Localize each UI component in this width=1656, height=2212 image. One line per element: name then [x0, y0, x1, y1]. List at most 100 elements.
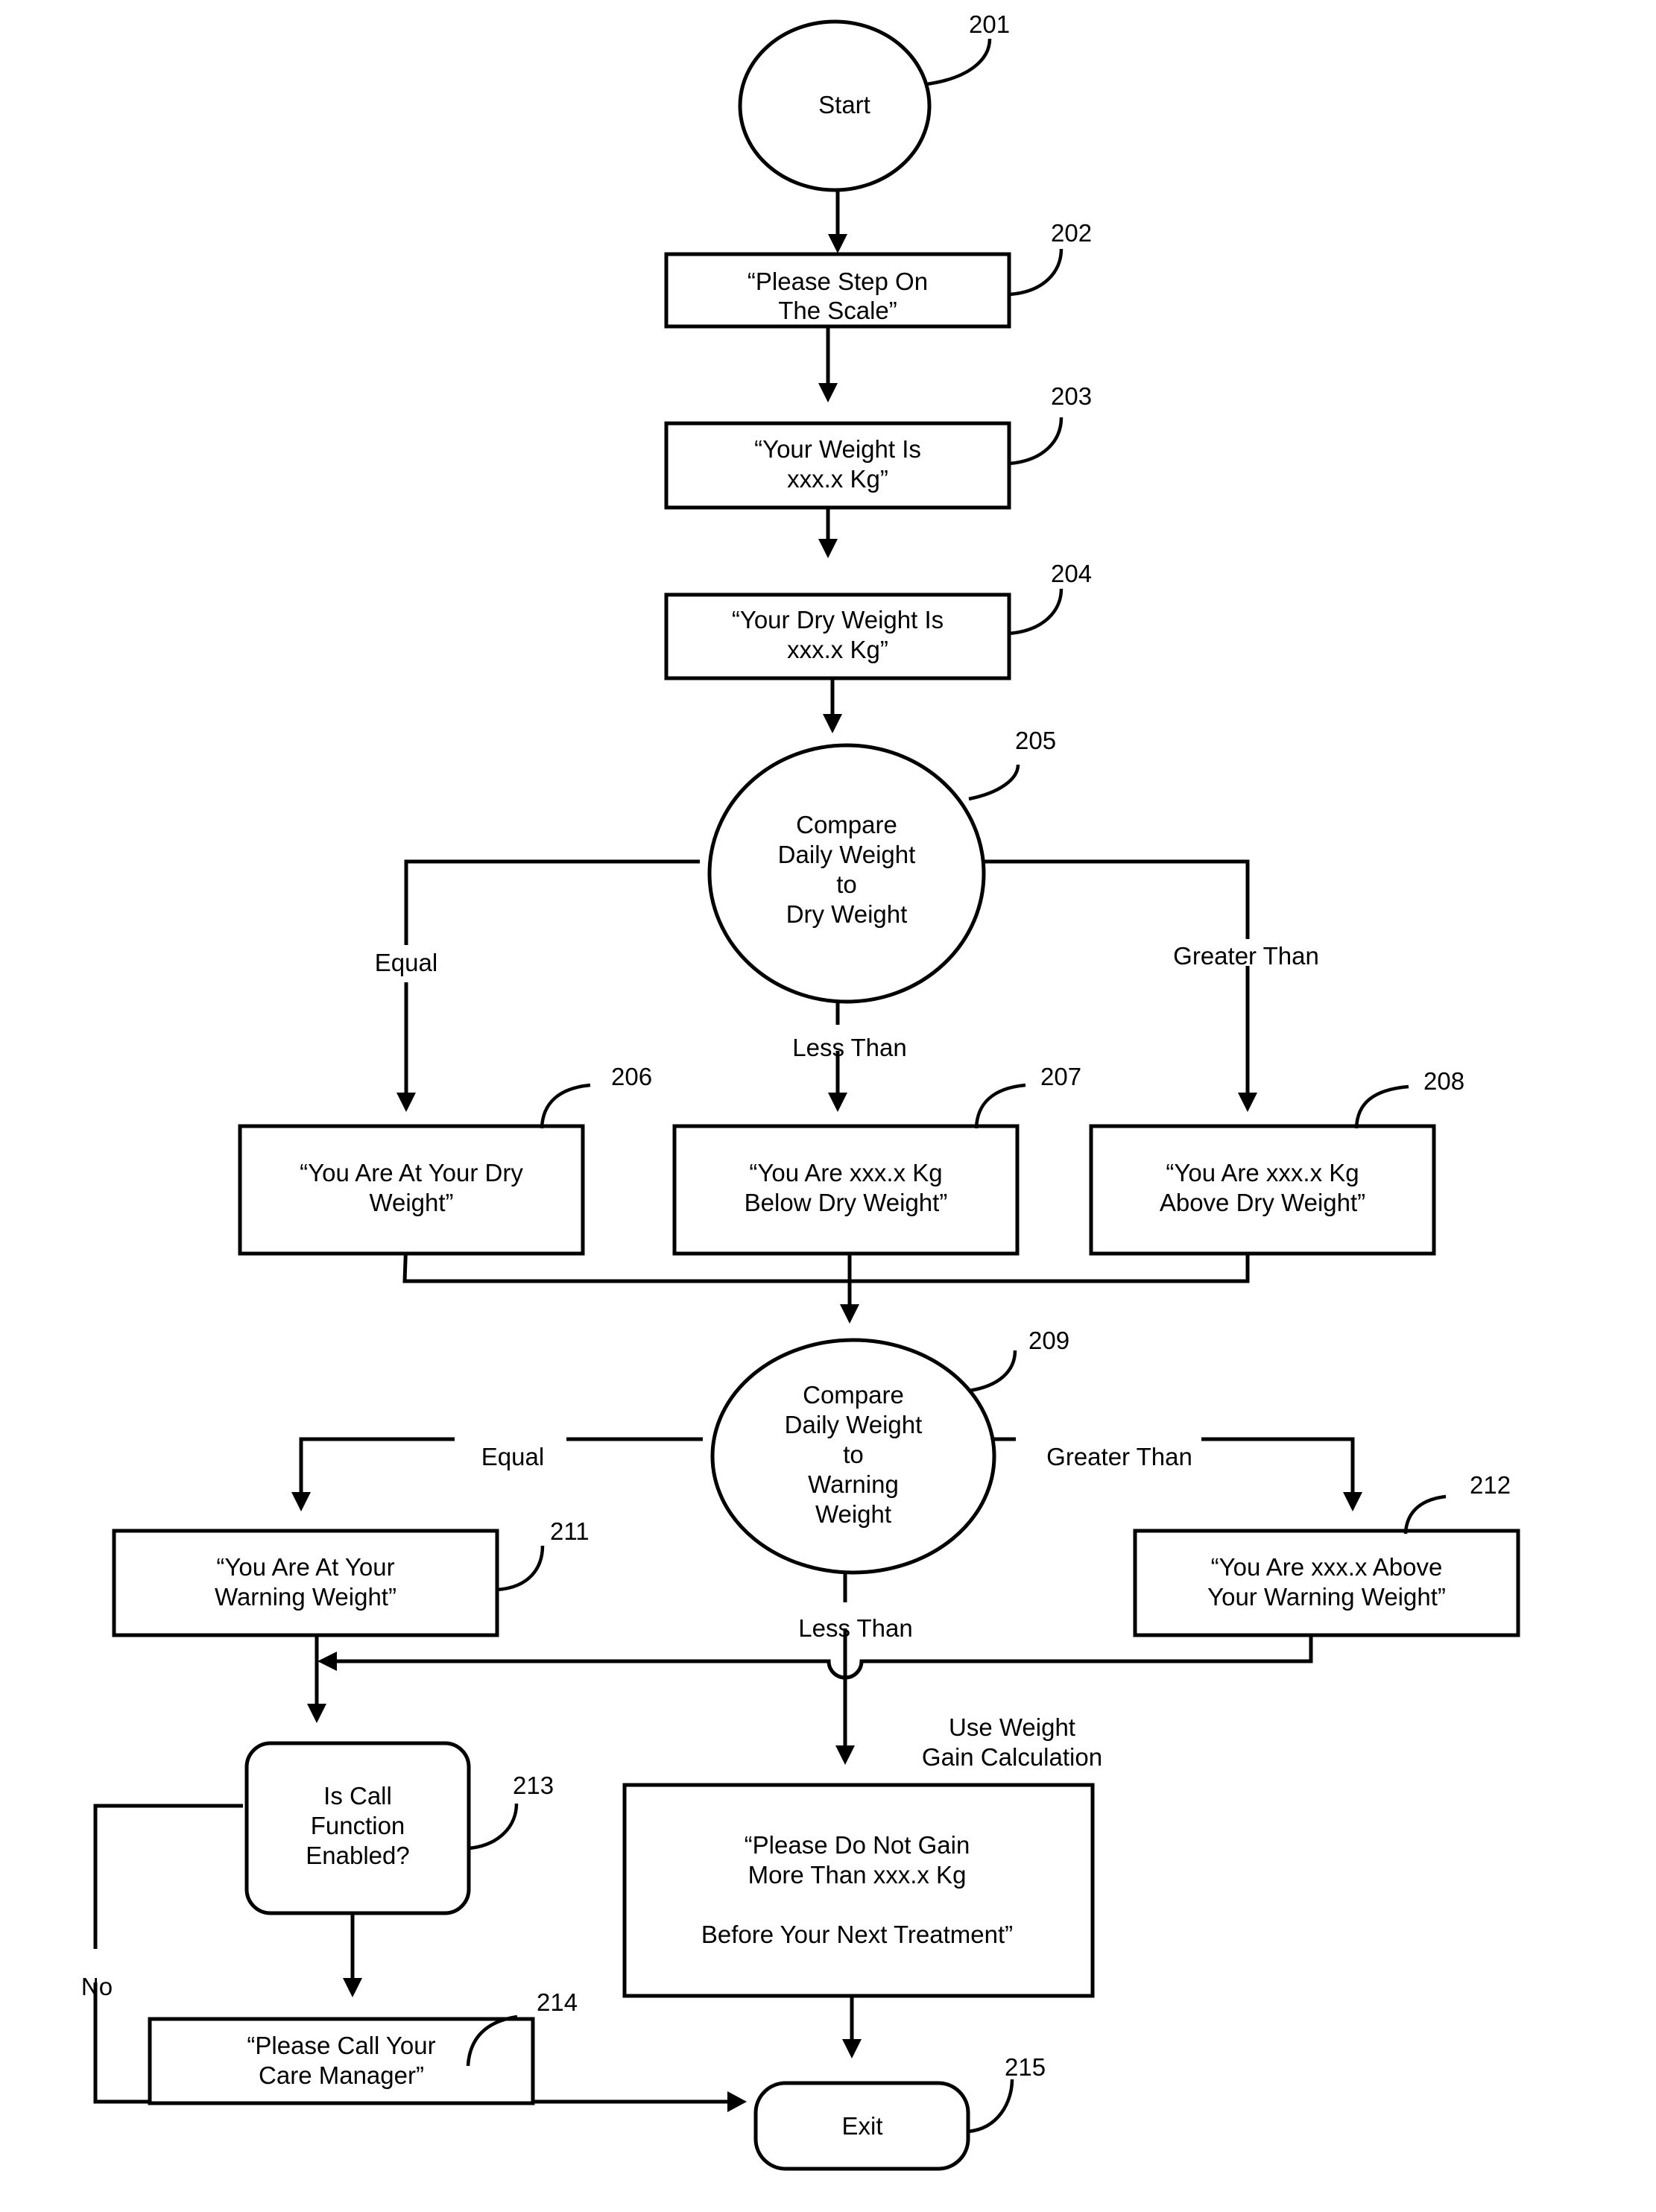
- svg-text:“Please Step On: “Please Step On: [748, 268, 928, 295]
- ref-208: 208: [1423, 1067, 1464, 1095]
- node-205: Compare Daily Weight to Dry Weight: [707, 743, 986, 1004]
- svg-text:Function: Function: [311, 1812, 405, 1839]
- node-start: Start: [738, 19, 932, 192]
- svg-text:Below Dry Weight”: Below Dry Weight”: [745, 1189, 948, 1216]
- label-call-no: No: [81, 1973, 113, 2000]
- label-warn-greater: Greater Than: [1046, 1443, 1192, 1470]
- arrowhead-icon: [840, 1304, 859, 1324]
- node-exit: Exit: [753, 2081, 970, 2171]
- leader-204: [1008, 588, 1064, 636]
- arrowhead-icon: [842, 2039, 862, 2058]
- arrowhead-icon: [396, 1093, 416, 1112]
- arrowhead-icon: [1343, 1492, 1362, 1511]
- svg-text:to: to: [836, 870, 857, 898]
- leader-215: [967, 2079, 1014, 2134]
- svg-text:Above Dry Weight”: Above Dry Weight”: [1160, 1189, 1365, 1216]
- leader-202: [1008, 248, 1064, 297]
- label-warn-less: Less Than: [798, 1614, 913, 1642]
- svg-text:Compare: Compare: [803, 1381, 904, 1409]
- node-208: “You Are xxx.x Kg Above Dry Weight”: [1089, 1124, 1436, 1256]
- arrowhead-icon: [727, 2091, 747, 2112]
- flowchart: Start “Please Step On The Scale” “Your W…: [81, 10, 1520, 2171]
- ref-213: 213: [513, 1772, 554, 1799]
- ref-212: 212: [1470, 1471, 1511, 1499]
- svg-text:Enabled?: Enabled?: [306, 1842, 409, 1869]
- svg-text:“Your Dry Weight Is: “Your Dry Weight Is: [732, 606, 944, 633]
- label-dry-greater: Greater Than: [1173, 942, 1319, 970]
- svg-text:Before Your Next Treatment”: Before Your Next Treatment”: [701, 1921, 1013, 1948]
- ref-207: 207: [1040, 1063, 1081, 1090]
- svg-text:Your Warning Weight”: Your Warning Weight”: [1207, 1583, 1446, 1611]
- svg-text:to: to: [843, 1441, 864, 1468]
- ref-215: 215: [1005, 2053, 1046, 2081]
- node-204: “Your Dry Weight Is xxx.x Kg”: [664, 592, 1011, 680]
- leader-211: [496, 1545, 545, 1592]
- ref-204: 204: [1051, 560, 1092, 587]
- svg-text:“You Are xxx.x Kg: “You Are xxx.x Kg: [1166, 1159, 1359, 1186]
- node-213: Is Call Function Enabled?: [244, 1741, 471, 1915]
- arrowhead-icon: [818, 539, 838, 558]
- ref-211: 211: [550, 1517, 590, 1545]
- label-warn-equal: Equal: [481, 1443, 544, 1470]
- node-exit-text: Exit: [841, 2112, 882, 2140]
- ref-203: 203: [1051, 382, 1092, 410]
- edge-209-greater-right: [1201, 1437, 1355, 1495]
- svg-text:Is Call: Is Call: [323, 1782, 392, 1810]
- arrowhead-icon: [317, 1652, 337, 1671]
- leader-209: [968, 1350, 1017, 1393]
- node-start-text: Start: [818, 91, 870, 118]
- leader-207: [974, 1083, 1026, 1129]
- ref-201: 201: [969, 10, 1010, 38]
- svg-text:xxx.x Kg”: xxx.x Kg”: [787, 465, 888, 493]
- ref-206: 206: [611, 1063, 652, 1090]
- label-weight-gain: Use Weight: [949, 1713, 1075, 1741]
- node-212: “You Are xxx.x Above Your Warning Weight…: [1133, 1529, 1520, 1637]
- svg-text:Compare: Compare: [796, 811, 897, 838]
- node-209: Compare Daily Weight to Warning Weight: [710, 1338, 996, 1575]
- node-214: “Please Call Your Care Manager”: [148, 2017, 535, 2105]
- svg-text:Weight”: Weight”: [369, 1189, 453, 1216]
- label-dry-equal: Equal: [375, 949, 437, 976]
- arrowhead-icon: [343, 1978, 362, 1997]
- label-weight-gain-2: Gain Calculation: [922, 1743, 1102, 1771]
- ref-209: 209: [1028, 1327, 1069, 1354]
- svg-text:“Please Do Not Gain: “Please Do Not Gain: [745, 1831, 970, 1859]
- label-dry-less: Less Than: [792, 1034, 907, 1061]
- svg-text:Daily Weight: Daily Weight: [778, 841, 916, 868]
- svg-text:Weight: Weight: [815, 1500, 891, 1528]
- svg-text:“You Are xxx.x Above: “You Are xxx.x Above: [1211, 1553, 1443, 1581]
- node-206: “You Are At Your Dry Weight”: [238, 1124, 585, 1256]
- arrowhead-icon: [1238, 1093, 1257, 1112]
- ref-214: 214: [537, 1988, 578, 2016]
- node-207: “You Are xxx.x Kg Below Dry Weight”: [672, 1124, 1020, 1256]
- ref-202: 202: [1051, 219, 1092, 247]
- node-210: “Please Do Not Gain More Than xxx.x Kg B…: [622, 1783, 1095, 1998]
- leader-212: [1403, 1494, 1447, 1535]
- arrowhead-icon: [307, 1704, 326, 1723]
- edge-213-no: [93, 1804, 243, 1949]
- svg-text:Care Manager”: Care Manager”: [259, 2061, 424, 2089]
- node-211: “You Are At Your Warning Weight”: [112, 1529, 499, 1637]
- edge-205-equal: [404, 859, 700, 945]
- svg-text:Daily Weight: Daily Weight: [785, 1411, 923, 1438]
- leader-205: [968, 764, 1020, 801]
- leader-203: [1008, 417, 1064, 466]
- svg-text:“Please Call Your: “Please Call Your: [247, 2032, 435, 2059]
- arrowhead-icon: [823, 714, 842, 733]
- svg-text:“You Are At Your: “You Are At Your: [216, 1553, 394, 1581]
- svg-text:Dry Weight: Dry Weight: [786, 900, 908, 928]
- leader-206: [540, 1083, 591, 1129]
- arrowhead-icon: [835, 1745, 855, 1765]
- svg-text:More Than xxx.x Kg: More Than xxx.x Kg: [748, 1861, 967, 1889]
- arrowhead-icon: [828, 1093, 847, 1112]
- arrowhead-icon: [828, 234, 847, 253]
- svg-text:“You Are At Your Dry: “You Are At Your Dry: [300, 1159, 523, 1186]
- svg-text:Warning Weight”: Warning Weight”: [215, 1583, 396, 1611]
- edge-205-greater: [973, 859, 1250, 939]
- node-202: “Please Step On The Scale”: [664, 252, 1011, 329]
- leader-208: [1354, 1084, 1409, 1129]
- svg-text:Warning: Warning: [808, 1470, 899, 1498]
- svg-text:The Scale”: The Scale”: [778, 297, 897, 324]
- ref-205: 205: [1015, 727, 1056, 754]
- svg-text:xxx.x Kg”: xxx.x Kg”: [787, 636, 888, 663]
